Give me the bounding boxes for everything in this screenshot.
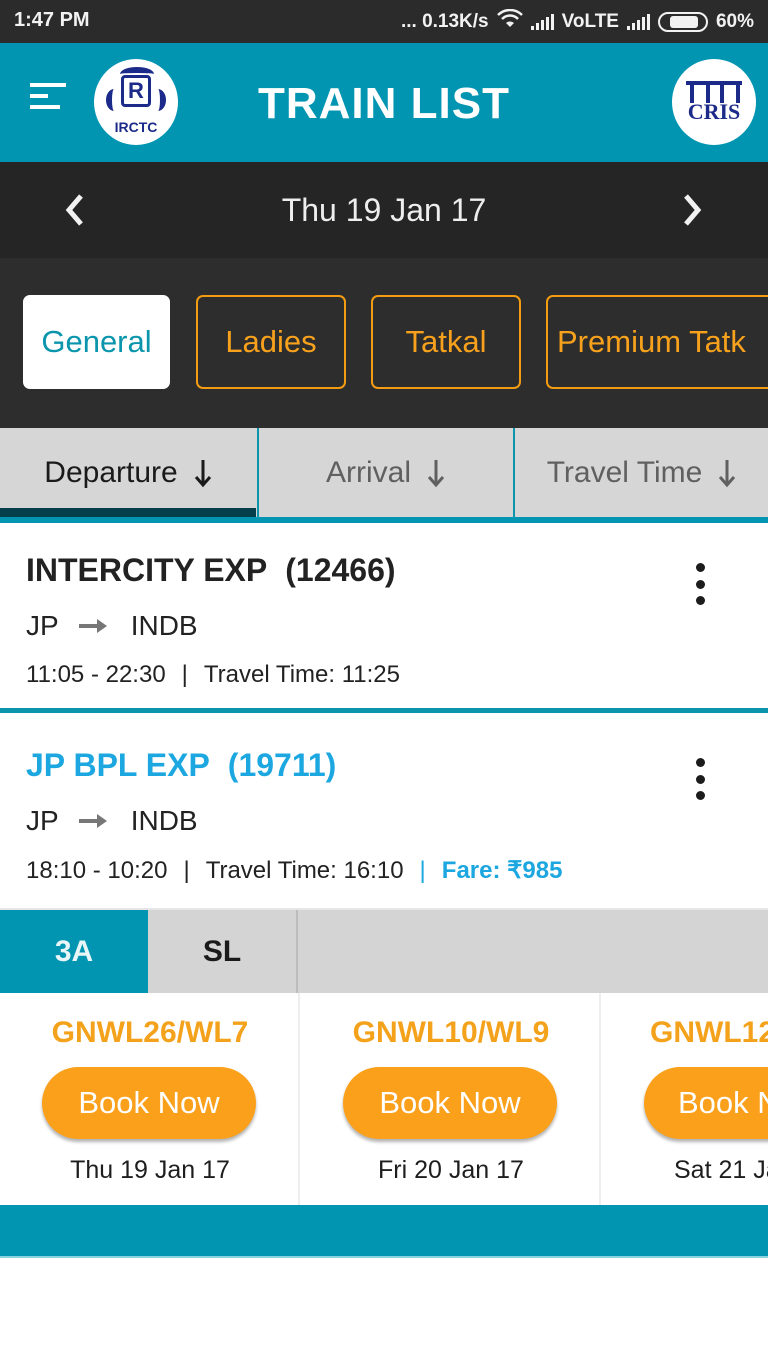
status-bar: 1:47 PM ... 0.13K/s VoLTE 60% (0, 0, 768, 43)
train-name: JP BPL EXP (26, 747, 210, 783)
class-tab-sl[interactable]: SL (148, 910, 298, 993)
train-number: (19711) (227, 747, 337, 783)
separator: | (181, 661, 188, 688)
availability-date: Sat 21 Ja (674, 1156, 768, 1184)
bottom-bar (0, 1205, 768, 1258)
from-station: JP (26, 805, 59, 836)
wifi-icon (496, 8, 523, 35)
battery-icon (657, 12, 708, 32)
availability-status: GNWL10/WL9 (352, 1016, 550, 1049)
app-header: R IRCTC TRAIN LIST CRIS (0, 43, 768, 162)
train-timings: 11:05 - 22:30 | Travel Time: 11:25 (26, 661, 400, 689)
quota-chip-ladies[interactable]: Ladies (196, 295, 346, 389)
class-tabs: 3A SL (0, 908, 768, 993)
train-number: (12466) (285, 552, 396, 588)
chevron-right-icon (684, 194, 702, 226)
availability-status: GNWL12 (650, 1016, 768, 1049)
selected-date: Thu 19 Jan 17 (281, 192, 487, 228)
train-route: JP INDB (26, 805, 198, 837)
timing: 18:10 - 10:20 (26, 857, 168, 884)
to-station: INDB (130, 610, 198, 641)
train-title: INTERCITY EXP (12466) (26, 552, 396, 589)
arrow-down-icon (718, 458, 736, 488)
train-title: JP BPL EXP (19711) (26, 747, 336, 784)
more-options-icon[interactable] (688, 758, 712, 800)
to-station: INDB (130, 805, 198, 836)
sort-tab-arrival[interactable]: Arrival (257, 428, 512, 517)
train-list-item[interactable]: INTERCITY EXP (12466) JP INDB 11:05 - 22:… (0, 523, 768, 713)
sort-tab-label: Travel Time (546, 455, 703, 489)
signal-icon (530, 14, 554, 30)
arrow-down-icon (427, 458, 445, 488)
more-options-icon[interactable] (688, 563, 712, 605)
battery-percent: 60% (715, 11, 754, 32)
from-station: JP (26, 610, 59, 641)
train-route: JP INDB (26, 610, 198, 642)
book-now-button[interactable]: Book Now (343, 1067, 557, 1139)
sort-tab-label: Departure (44, 455, 178, 489)
availability-item: GNWL12 Book N Sat 21 Ja (602, 993, 768, 1205)
sort-tab-label: Arrival (325, 455, 411, 489)
availability-item: GNWL26/WL7 Book Now Thu 19 Jan 17 (0, 993, 300, 1205)
signal-icon-2 (626, 14, 650, 30)
quota-chip-premium-tatkal[interactable]: Premium Tatk (546, 295, 768, 389)
availability-list: GNWL26/WL7 Book Now Thu 19 Jan 17 GNWL10… (0, 993, 768, 1205)
train-timings: 18:10 - 10:20 | Travel Time: 16:10 | Fare: ₹… (26, 856, 562, 885)
class-tab-3a[interactable]: 3A (0, 910, 148, 993)
arrow-right-icon (78, 814, 107, 828)
sort-tabs: Departure Arrival Travel Time (0, 428, 768, 523)
fare: Fare: ₹985 (441, 857, 563, 884)
status-icons: ... 0.13K/s VoLTE 60% (400, 8, 754, 35)
travel-time: Travel Time: 11:25 (203, 661, 400, 688)
travel-time: Travel Time: 16:10 (205, 857, 404, 884)
book-now-button[interactable]: Book Now (42, 1067, 256, 1139)
network-speed: ... 0.13K/s (400, 11, 489, 32)
train-name: INTERCITY EXP (26, 552, 268, 588)
cris-logo-text: CRIS (687, 99, 741, 124)
quota-selector: General Ladies Tatkal Premium Tatk (0, 258, 768, 428)
next-date-button[interactable] (672, 186, 712, 234)
timing: 11:05 - 22:30 (26, 661, 166, 688)
sort-tab-departure[interactable]: Departure (0, 428, 256, 517)
cris-logo: CRIS (672, 59, 756, 145)
availability-item: GNWL10/WL9 Book Now Fri 20 Jan 17 (301, 993, 601, 1205)
train-list-item-expanded[interactable]: JP BPL EXP (19711) JP INDB 18:10 - 10:20 |… (0, 718, 768, 906)
arrow-down-icon (194, 458, 212, 488)
availability-date: Thu 19 Jan 17 (70, 1156, 230, 1184)
fare-separator: | (419, 857, 426, 884)
volte-label: VoLTE (561, 11, 619, 32)
page-title: TRAIN LIST (258, 79, 510, 128)
date-navigator: Thu 19 Jan 17 (0, 162, 768, 258)
quota-chip-general[interactable]: General (23, 295, 170, 389)
availability-date: Fri 20 Jan 17 (378, 1156, 524, 1184)
status-time: 1:47 PM (14, 9, 90, 31)
sort-tab-travel-time[interactable]: Travel Time (513, 428, 768, 517)
arrow-right-icon (78, 619, 107, 633)
book-now-button[interactable]: Book N (644, 1067, 768, 1139)
availability-status: GNWL26/WL7 (51, 1016, 249, 1049)
separator: | (183, 857, 190, 884)
quota-chip-tatkal[interactable]: Tatkal (371, 295, 521, 389)
